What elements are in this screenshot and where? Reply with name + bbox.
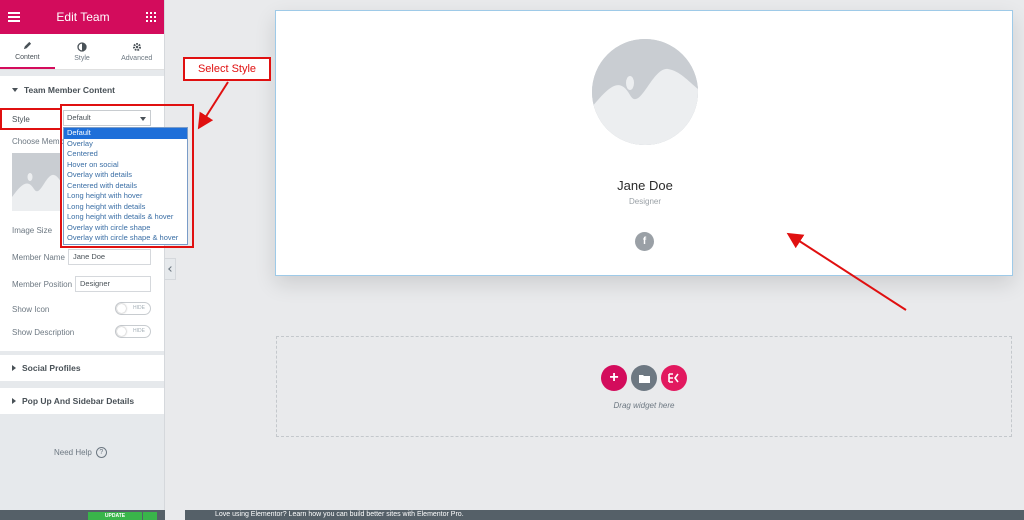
update-button[interactable]: UPDATE (88, 512, 142, 520)
member-position: Designer (628, 197, 661, 206)
style-label-highlight (0, 108, 62, 130)
need-help-link[interactable]: Need Help ? (54, 447, 107, 458)
dropdown-highlight (60, 104, 194, 248)
tab-style[interactable]: Style (55, 34, 110, 69)
menu-icon[interactable] (8, 12, 20, 22)
member-image-thumbnail[interactable] (12, 153, 62, 211)
tab-advanced-label: Advanced (121, 54, 153, 62)
member-position-label: Member Position (12, 280, 73, 289)
section-title: Pop Up And Sidebar Details (22, 396, 135, 406)
gear-icon (132, 42, 142, 52)
team-member-card[interactable]: Jane Doe Designer f (275, 10, 1013, 276)
chevron-left-icon (168, 266, 174, 272)
need-help-label: Need Help (54, 448, 92, 457)
facebook-icon[interactable]: f (635, 232, 654, 251)
drag-widget-text: Drag widget here (613, 401, 675, 410)
toggle-state: HIDE (133, 328, 145, 334)
tab-style-label: Style (74, 54, 90, 62)
caret-down-icon (12, 88, 18, 92)
caret-right-icon (12, 398, 16, 404)
half-circle-icon (77, 41, 87, 52)
add-section-button[interactable]: + (601, 365, 627, 391)
pencil-icon (22, 41, 32, 51)
caret-right-icon (12, 365, 16, 371)
style-label: Style (12, 115, 30, 124)
notification-text: Love using Elementor? Learn how you can … (215, 511, 464, 518)
show-description-label: Show Description (12, 328, 75, 337)
member-avatar (592, 39, 698, 145)
choose-member-label: Choose Memb (12, 137, 65, 146)
arrow-to-dropdown (197, 81, 229, 130)
toggle-knob (117, 327, 126, 336)
section-title: Social Profiles (22, 363, 81, 373)
panel-title: Edit Team (56, 10, 110, 24)
section-toggle-popup-sidebar[interactable]: Pop Up And Sidebar Details (0, 388, 164, 414)
elementskit-button[interactable] (661, 365, 687, 391)
member-name-label: Member Name (12, 253, 65, 262)
toggle-knob (117, 304, 126, 313)
image-size-label: Image Size (12, 226, 53, 235)
notification-bar: Love using Elementor? Learn how you can … (185, 510, 1024, 520)
widgets-grid-icon[interactable] (145, 12, 156, 22)
section-toggle-social-profiles[interactable]: Social Profiles (0, 355, 164, 381)
question-icon: ? (95, 447, 107, 458)
tab-advanced[interactable]: Advanced (109, 34, 164, 69)
member-position-input[interactable]: Designer (75, 276, 151, 292)
panel-header: Edit Team (0, 0, 164, 34)
section-toggle-team-member-content[interactable]: Team Member Content (0, 76, 164, 104)
toggle-state: HIDE (133, 305, 145, 311)
member-name: Jane Doe (617, 178, 673, 193)
tab-content[interactable]: Content (0, 34, 55, 69)
section-title: Team Member Content (24, 85, 115, 95)
widget-drop-zone[interactable]: + Drag widget here (276, 336, 1012, 437)
show-icon-label: Show Icon (12, 305, 50, 314)
show-icon-toggle[interactable]: HIDE (115, 302, 151, 315)
tab-content-label: Content (15, 53, 40, 61)
panel-tabs: Content Style Advanced (0, 34, 164, 70)
member-name-input[interactable]: Jane Doe (68, 249, 151, 265)
update-options-button[interactable] (143, 512, 157, 520)
collapse-panel-button[interactable] (165, 258, 176, 280)
show-description-toggle[interactable]: HIDE (115, 325, 151, 338)
folder-icon (638, 374, 650, 383)
add-template-button[interactable] (631, 365, 657, 391)
select-style-callout: Select Style (183, 57, 271, 81)
elementskit-icon (668, 373, 679, 383)
